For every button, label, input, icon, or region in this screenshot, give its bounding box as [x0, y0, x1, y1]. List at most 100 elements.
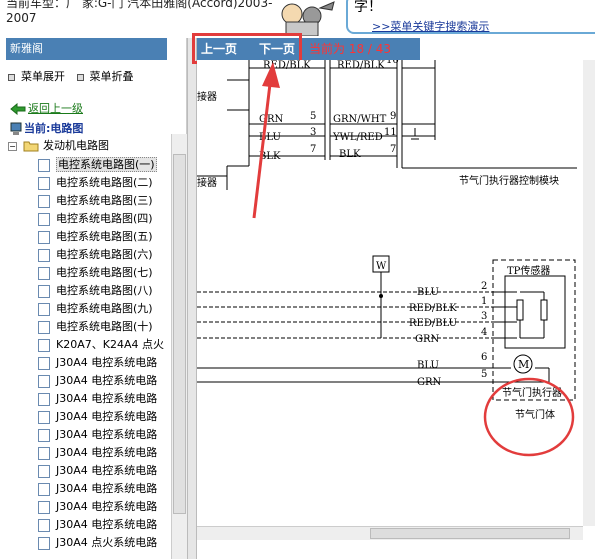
tree-item[interactable]: J30A4 电控系统电路: [38, 516, 157, 534]
tree-item[interactable]: J30A4 电控系统电路: [38, 426, 157, 444]
folder-open-icon: [23, 141, 39, 152]
connector-label-2: 接器: [197, 176, 217, 189]
tree-item-label: 电控系统电路图(九): [56, 302, 153, 315]
viewer-vertical-scrollbar[interactable]: [583, 60, 595, 526]
tree-item-label: J30A4 电控系统电路: [56, 482, 158, 495]
tree-item[interactable]: 电控系统电路图(四): [38, 210, 153, 228]
motor-pin-0: 6: [481, 352, 487, 363]
tree-item[interactable]: 电控系统电路图(二): [38, 174, 153, 192]
tree-item-label: J30A4 点火系统电路: [56, 536, 158, 549]
vehicle-line-1: 当前车型：广 家:G-门 汽本田雅阁(Accord)2003-: [6, 0, 273, 10]
menu-toggle-row: 菜单展开 菜单折叠: [8, 68, 142, 84]
pin-top-left-0: 5: [310, 111, 316, 122]
tree-item[interactable]: J30A4 电控系统电路: [38, 498, 157, 516]
scrollbar-thumb[interactable]: [173, 154, 186, 514]
tree-item[interactable]: 电控系统电路图(三): [38, 192, 153, 210]
wire-top-left-2: BLU: [259, 132, 281, 143]
wiring-diagram: 接器 接器 RED/BLK GRN BLU BLK 5 3 7 RED/BLK …: [197, 60, 583, 526]
tree-item[interactable]: 电控系统电路图(九): [38, 300, 153, 318]
collapse-toggle-icon[interactable]: −: [8, 141, 17, 151]
pin-top-right-0: 9: [390, 111, 396, 122]
tree-item-label: 电控系统电路图(一): [56, 157, 157, 172]
document-icon: [38, 194, 50, 208]
document-icon: [38, 356, 50, 370]
pin-top-right-2: 7: [390, 144, 396, 155]
back-label: 返回上一级: [28, 102, 83, 115]
tree-item[interactable]: K20A7、K24A4 点火: [38, 336, 164, 354]
w-indicator-label: W: [376, 261, 387, 272]
tree-item[interactable]: 电控系统电路图(一): [38, 156, 157, 174]
tree-item[interactable]: J30A4 电控系统电路: [38, 354, 157, 372]
sensor-pin-0: 2: [481, 281, 487, 292]
tree-item-label: J30A4 电控系统电路: [56, 374, 158, 387]
viewer-horizontal-scrollbar[interactable]: [197, 526, 583, 540]
tree-item[interactable]: J30A4 电控系统电路: [38, 480, 157, 498]
wire-top-left-1: GRN: [259, 114, 284, 125]
document-icon: [38, 176, 50, 190]
tree-item[interactable]: 电控系统电路图(五): [38, 228, 153, 246]
document-icon: [38, 284, 50, 298]
wire-top-right-3: BLK: [339, 149, 361, 160]
tree-item-label: 电控系统电路图(六): [56, 248, 153, 261]
sensor-pin-3: 4: [481, 327, 487, 338]
tree-item[interactable]: J30A4 电控系统电路: [38, 408, 157, 426]
left-navigation-panel: 新雅阁 菜单展开 菜单折叠 返回上一级 当前:电路图 − 发动机电路图 电控系统电…: [0, 38, 187, 559]
vehicle-info: 当前车型：广 家:G-门 汽本田雅阁(Accord)2003- 2007: [6, 0, 272, 26]
vehicle-line-2: 2007: [6, 11, 37, 25]
tree-item-label: J30A4 电控系统电路: [56, 464, 158, 477]
document-icon: [38, 536, 50, 550]
panel-splitter[interactable]: [187, 38, 197, 559]
document-icon: [38, 230, 50, 244]
tree-item-label: 电控系统电路图(八): [56, 284, 153, 297]
scrollbar-thumb[interactable]: [370, 528, 570, 539]
tree-item[interactable]: J30A4 电控系统电路: [38, 372, 157, 390]
tree-item-label: J30A4 电控系统电路: [56, 500, 158, 513]
tree-item-label: J30A4 电控系统电路: [56, 392, 158, 405]
diagram-canvas: 接器 接器 RED/BLK GRN BLU BLK 5 3 7 RED/BLK …: [197, 60, 577, 457]
tree-item[interactable]: 电控系统电路图(六): [38, 246, 153, 264]
pin-top-right-1: 11: [384, 127, 397, 138]
collapse-menu-button[interactable]: 菜单折叠: [76, 70, 134, 83]
document-icon: [38, 410, 50, 424]
tree-item[interactable]: J30A4 电控系统电路: [38, 444, 157, 462]
back-link[interactable]: 返回上一级: [10, 100, 83, 116]
bubble-text: 字！: [354, 0, 382, 15]
document-icon: [38, 446, 50, 460]
document-icon: [38, 158, 50, 172]
document-icon: [38, 248, 50, 262]
tree-item-label: J30A4 电控系统电路: [56, 446, 158, 459]
search-demo-link[interactable]: >>菜单关键字搜索演示: [372, 18, 489, 34]
sensor-wire-2: RED/BLU: [409, 318, 457, 329]
tree-item[interactable]: J30A4 电控系统电路: [38, 390, 157, 408]
tree-item-label: 电控系统电路图(五): [56, 230, 153, 243]
expand-menu-button[interactable]: 菜单展开: [8, 70, 65, 83]
tree-item[interactable]: J30A4 电控系统电路: [38, 462, 157, 480]
folder-label: 发动机电路图: [43, 139, 109, 152]
wire-top-left-3: BLK: [259, 151, 281, 162]
tree-item-label: 电控系统电路图(三): [56, 194, 153, 207]
expand-label: 菜单展开: [21, 70, 65, 83]
tree-view: − 发动机电路图 电控系统电路图(一) 电控系统电路图(二) 电控系统电路图(三) 电控…: [8, 134, 170, 559]
tree-item-label: 电控系统电路图(二): [56, 176, 153, 189]
tree-item[interactable]: 电控系统电路图(十): [38, 318, 153, 336]
tree-item-label: K20A7、K24A4 点火: [56, 338, 164, 351]
module-label: 节气门执行器控制模块: [459, 174, 559, 187]
sensor-wire-0: BLU: [417, 287, 439, 298]
wire-top-left-0: RED/BLK: [263, 60, 311, 71]
pin-top-left-2: 7: [310, 144, 316, 155]
document-icon: [38, 338, 50, 352]
tree-item-label: 电控系统电路图(七): [56, 266, 153, 279]
panel-scrollbar[interactable]: [171, 134, 187, 559]
document-icon: [38, 392, 50, 406]
tree-item[interactable]: 电控系统电路图(七): [38, 264, 153, 282]
throttle-body-label: 节气门体: [515, 408, 555, 421]
wire-top-right-0: RED/BLK: [337, 60, 385, 71]
pin-top-left-1: 3: [310, 127, 316, 138]
document-icon: [38, 212, 50, 226]
tree-item[interactable]: 电控系统电路图(八): [38, 282, 153, 300]
wire-top-right-2: YWL/RED: [332, 132, 383, 143]
document-icon: [38, 518, 50, 532]
motor-wire-1: GRN: [417, 377, 442, 388]
tree-folder-engine[interactable]: − 发动机电路图: [8, 138, 109, 154]
tree-item[interactable]: J30A4 点火系统电路: [38, 534, 157, 552]
